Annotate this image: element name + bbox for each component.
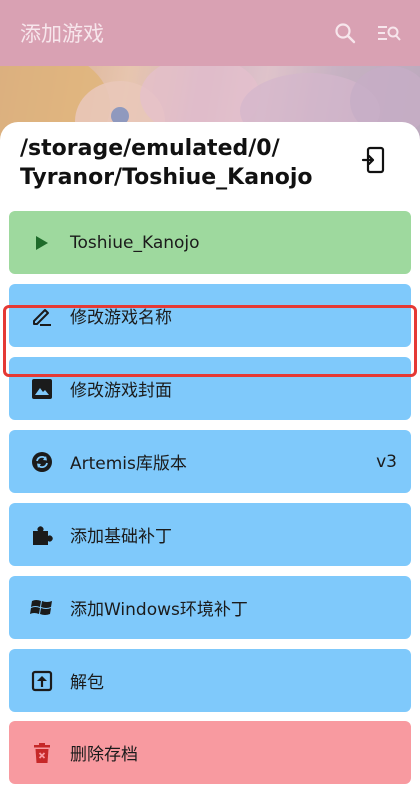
unpack-button[interactable]: 解包 [9, 649, 411, 712]
change-cover-label: 修改游戏封面 [70, 381, 172, 401]
delete-icon [30, 741, 54, 765]
unpack-icon [30, 669, 54, 693]
windows-icon [30, 596, 54, 620]
app-bar: 添加游戏 [0, 0, 420, 66]
search-icon[interactable] [332, 20, 358, 46]
game-path-title: /storage/emulated/0/ Tyranor/Toshiue_Kan… [20, 134, 350, 192]
artemis-version-label: Artemis库版本 [70, 454, 187, 474]
image-icon [30, 377, 54, 401]
path-line-2: Tyranor/Toshiue_Kanojo [20, 165, 313, 190]
artemis-version-button[interactable]: Artemis库版本 v3 [9, 430, 411, 493]
delete-save-button[interactable]: 删除存档 [9, 721, 411, 784]
unpack-label: 解包 [70, 673, 104, 693]
path-line-1: /storage/emulated/0/ [20, 136, 280, 161]
app-title: 添加游戏 [20, 22, 104, 46]
search-list-icon[interactable] [376, 20, 402, 46]
sync-icon [30, 450, 54, 474]
delete-save-label: 删除存档 [70, 745, 138, 765]
selection-highlight [3, 305, 417, 377]
add-windows-patch-label: 添加Windows环境补丁 [70, 600, 248, 620]
artemis-version-value: v3 [376, 451, 397, 472]
play-icon [30, 231, 54, 255]
puzzle-icon [30, 523, 54, 547]
add-windows-patch-button[interactable]: 添加Windows环境补丁 [9, 576, 411, 639]
add-base-patch-button[interactable]: 添加基础补丁 [9, 503, 411, 566]
add-base-patch-label: 添加基础补丁 [70, 527, 172, 547]
open-in-new-icon[interactable] [360, 146, 390, 176]
launch-game-button[interactable]: Toshiue_Kanojo [9, 211, 411, 274]
launch-game-label: Toshiue_Kanojo [70, 232, 200, 253]
screen: 添加游戏 /storage/emulated/0/ Tyranor/Toshiu… [0, 0, 420, 803]
